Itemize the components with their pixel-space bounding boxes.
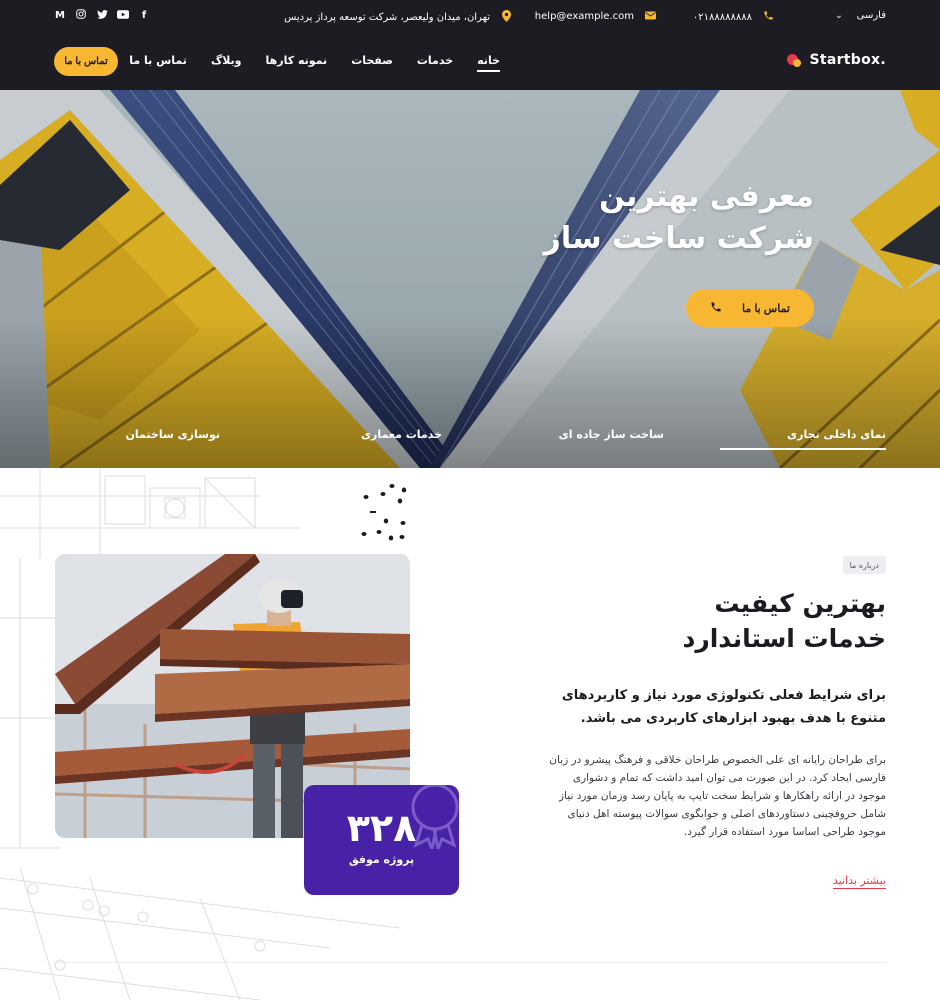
hero-title-line-1: معرفی بهترین — [599, 179, 814, 214]
twitter-icon[interactable] — [96, 9, 108, 22]
phone-icon — [762, 10, 774, 24]
tab-road-construction[interactable]: ساخت ساز جاده ای — [559, 428, 664, 441]
tab-architecture-services[interactable]: خدمات معماری — [361, 428, 442, 441]
about-lead: برای شرایط فعلی تکنولوژی مورد نیاز و کار… — [561, 688, 886, 726]
nav-item-services[interactable]: خدمات — [417, 54, 453, 67]
chevron-down-icon: ⌄ — [835, 10, 843, 21]
about-body: برای طراحان رایانه ای علی الخصوص طراحان … — [549, 754, 886, 838]
learn-more-link[interactable]: بیشتر بدانید — [832, 874, 886, 889]
decorative-dots — [361, 484, 407, 541]
instagram-icon[interactable] — [75, 9, 87, 22]
tab-building-renovation[interactable]: نوسازی ساختمان — [126, 428, 220, 441]
phone-contact[interactable]: ۰۲۱۸۸۸۸۸۸۸۸ — [693, 10, 774, 24]
stat-number: ۳۲۸ — [346, 806, 417, 850]
address-text: تهران، میدان ولیعصر، شرکت توسعه پرداز پر… — [284, 12, 490, 23]
phone-number: ۰۲۱۸۸۸۸۸۸۸۸ — [692, 11, 752, 23]
about-title-line-1: بهترین کیفیت — [714, 586, 886, 621]
logo-mark-icon — [787, 52, 803, 68]
logo-text: Startbox. — [809, 52, 886, 68]
contact-us-button[interactable]: تماس با ما — [54, 47, 118, 76]
hero-contact-label: تماس با ما — [742, 302, 790, 315]
hero-service-tabs: نمای داخلی تجاری ساخت ساز جاده ای خدمات … — [0, 424, 940, 454]
about-title: بهترین کیفیت خدمات استاندارد — [682, 586, 886, 656]
email-address: help@example.com — [534, 11, 634, 22]
section-badge: درباره ما — [842, 556, 886, 574]
language-selector[interactable]: فارسی ⌄ — [835, 10, 886, 21]
nav-item-pages[interactable]: صفحات — [351, 54, 393, 67]
envelope-icon — [644, 10, 656, 23]
section-divider — [54, 962, 886, 963]
about-section: ۳۲۸ پروژه موفق درباره ما بهترین کیفیت خد… — [0, 468, 940, 1000]
map-pin-icon — [500, 10, 512, 25]
hero-contact-button[interactable]: تماس با ما — [686, 289, 814, 327]
hero-background-image — [0, 90, 940, 468]
main-menu: خانه خدمات صفحات نمونه کارها وبلاگ تماس … — [129, 54, 500, 72]
nav-item-blog[interactable]: وبلاگ — [211, 54, 242, 67]
hero-title-line-2: شرکت ساخت ساز — [543, 221, 814, 256]
top-info-bar: فارسی ⌄ ۰۲۱۸۸۸۸۸۸۸۸ help@example.com تهر… — [0, 0, 940, 34]
site-logo[interactable]: Startbox. — [787, 52, 886, 68]
facebook-icon[interactable]: f — [138, 10, 150, 21]
about-title-line-2: خدمات استاندارد — [682, 624, 886, 653]
email-contact[interactable]: help@example.com — [535, 10, 656, 23]
nav-item-portfolio[interactable]: نمونه کارها — [266, 54, 328, 67]
phone-icon — [710, 301, 722, 316]
main-nav-bar: Startbox. خانه خدمات صفحات نمونه کارها و… — [0, 34, 940, 90]
youtube-icon[interactable] — [117, 9, 129, 22]
nav-item-contact[interactable]: تماس با ما — [129, 54, 187, 67]
nav-item-home[interactable]: خانه — [477, 54, 500, 72]
social-links: M f — [54, 9, 150, 22]
hero-section: معرفی بهترین شرکت ساخت ساز تماس با ما نم… — [0, 90, 940, 468]
stat-label: پروژه موفق — [348, 853, 415, 866]
site-header: فارسی ⌄ ۰۲۱۸۸۸۸۸۸۸۸ help@example.com تهر… — [0, 0, 940, 90]
medium-icon[interactable]: M — [54, 10, 66, 21]
tab-commercial-interior[interactable]: نمای داخلی تجاری — [720, 428, 886, 450]
address-contact: تهران، میدان ولیعصر، شرکت توسعه پرداز پر… — [284, 10, 512, 25]
successful-projects-stat: ۳۲۸ پروژه موفق — [304, 785, 459, 895]
language-label: فارسی — [856, 10, 886, 21]
hero-title: معرفی بهترین شرکت ساخت ساز — [544, 176, 814, 260]
